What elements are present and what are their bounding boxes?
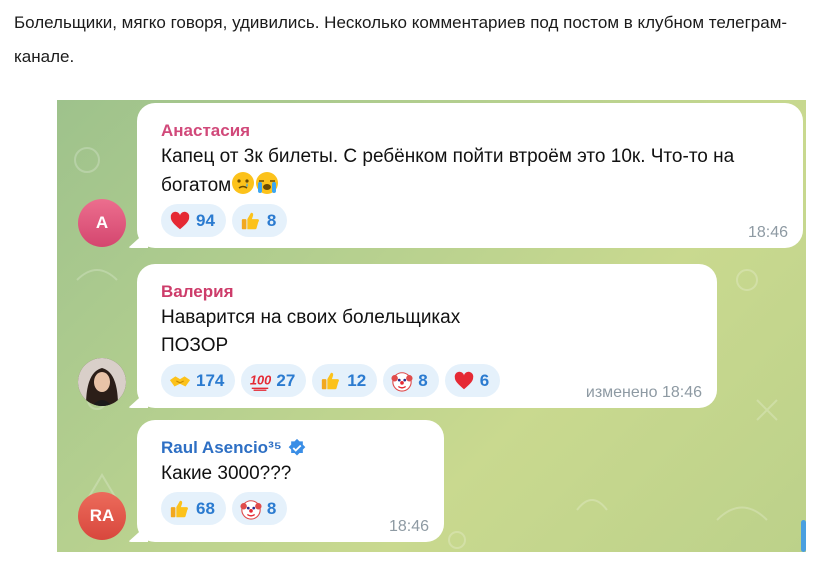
reaction-count: 6: [479, 370, 490, 390]
clown-face-icon: [240, 499, 262, 520]
message-bubble[interactable]: Валерия Наварится на своих болельщиках П…: [137, 264, 717, 408]
chat-screenshot: А Анастасия Капец от 3к билеты. С ребёнк…: [57, 100, 806, 552]
reaction-chip[interactable]: 6: [444, 364, 501, 397]
reaction-chip[interactable]: 8: [231, 204, 288, 237]
scrollbar[interactable]: [801, 520, 806, 552]
reaction-count: 94: [196, 210, 215, 230]
reaction-chip[interactable]: 100 27: [241, 364, 307, 397]
reaction-chip[interactable]: 174: [161, 364, 236, 397]
author-name: Raul Asencio³⁵: [161, 438, 282, 457]
hundred-points-icon: 100: [250, 372, 271, 391]
clown-face-icon: [391, 371, 413, 392]
red-heart-icon: [454, 371, 473, 389]
reaction-chip[interactable]: 94: [161, 204, 226, 237]
reaction-count: 8: [266, 498, 277, 518]
thumbs-up-icon: [241, 212, 259, 229]
reaction-count: 8: [418, 370, 428, 390]
thumbs-up-icon: [170, 500, 188, 517]
reaction-chip[interactable]: 12: [312, 364, 378, 397]
message-text-line: ПОЗОР: [161, 335, 229, 356]
reaction-count: 27: [276, 370, 296, 390]
loudly-crying-face-icon: [256, 172, 279, 194]
message-text-line: Наварится на своих болельщиках: [161, 307, 461, 328]
thumbs-up-icon: [322, 372, 340, 389]
reaction-chip[interactable]: 8: [231, 492, 288, 525]
reaction-chip[interactable]: 8: [383, 364, 439, 397]
svg-text:100: 100: [250, 372, 271, 387]
avatar[interactable]: RA: [78, 492, 126, 540]
message-bubble[interactable]: Raul Asencio³⁵ Какие 3000??? 68 8 18:46: [137, 420, 444, 542]
verified-badge-icon: [288, 438, 306, 456]
message-time: изменено 18:46: [585, 384, 702, 401]
message-author[interactable]: Raul Asencio³⁵: [161, 436, 444, 460]
reaction-chip[interactable]: 68: [161, 492, 226, 525]
message-text-line: богатом: [161, 175, 232, 196]
message-text-line: Какие 3000???: [161, 463, 292, 484]
user-photo-icon: [78, 358, 126, 406]
reactions-row: 94 8: [161, 204, 803, 237]
message-time: 18:46: [747, 224, 788, 241]
reaction-count: 68: [196, 498, 215, 518]
message-author[interactable]: Валерия: [161, 280, 717, 304]
reaction-count: 174: [196, 370, 225, 390]
avatar[interactable]: А: [78, 199, 126, 247]
message-bubble[interactable]: Анастасия Капец от 3к билеты. С ребёнком…: [137, 103, 803, 248]
intro-paragraph: Болельщики, мягко говоря, удивились. Нес…: [14, 13, 788, 66]
avatar[interactable]: [78, 358, 126, 406]
crying-face-icon: [232, 172, 255, 194]
message-text-line: Капец от 3к билеты. С ребёнком пойти втр…: [161, 146, 735, 167]
message-text: Наварится на своих болельщиках ПОЗОР: [161, 304, 717, 360]
message-text: Капец от 3к билеты. С ребёнком пойти втр…: [161, 143, 803, 200]
handshake-icon: [169, 375, 191, 386]
reaction-count: 8: [266, 210, 277, 230]
red-heart-icon: [170, 211, 190, 229]
reaction-count: 12: [347, 370, 367, 390]
message-time: 18:46: [388, 518, 429, 535]
message-author[interactable]: Анастасия: [161, 119, 803, 143]
message-text: Какие 3000???: [161, 460, 444, 488]
